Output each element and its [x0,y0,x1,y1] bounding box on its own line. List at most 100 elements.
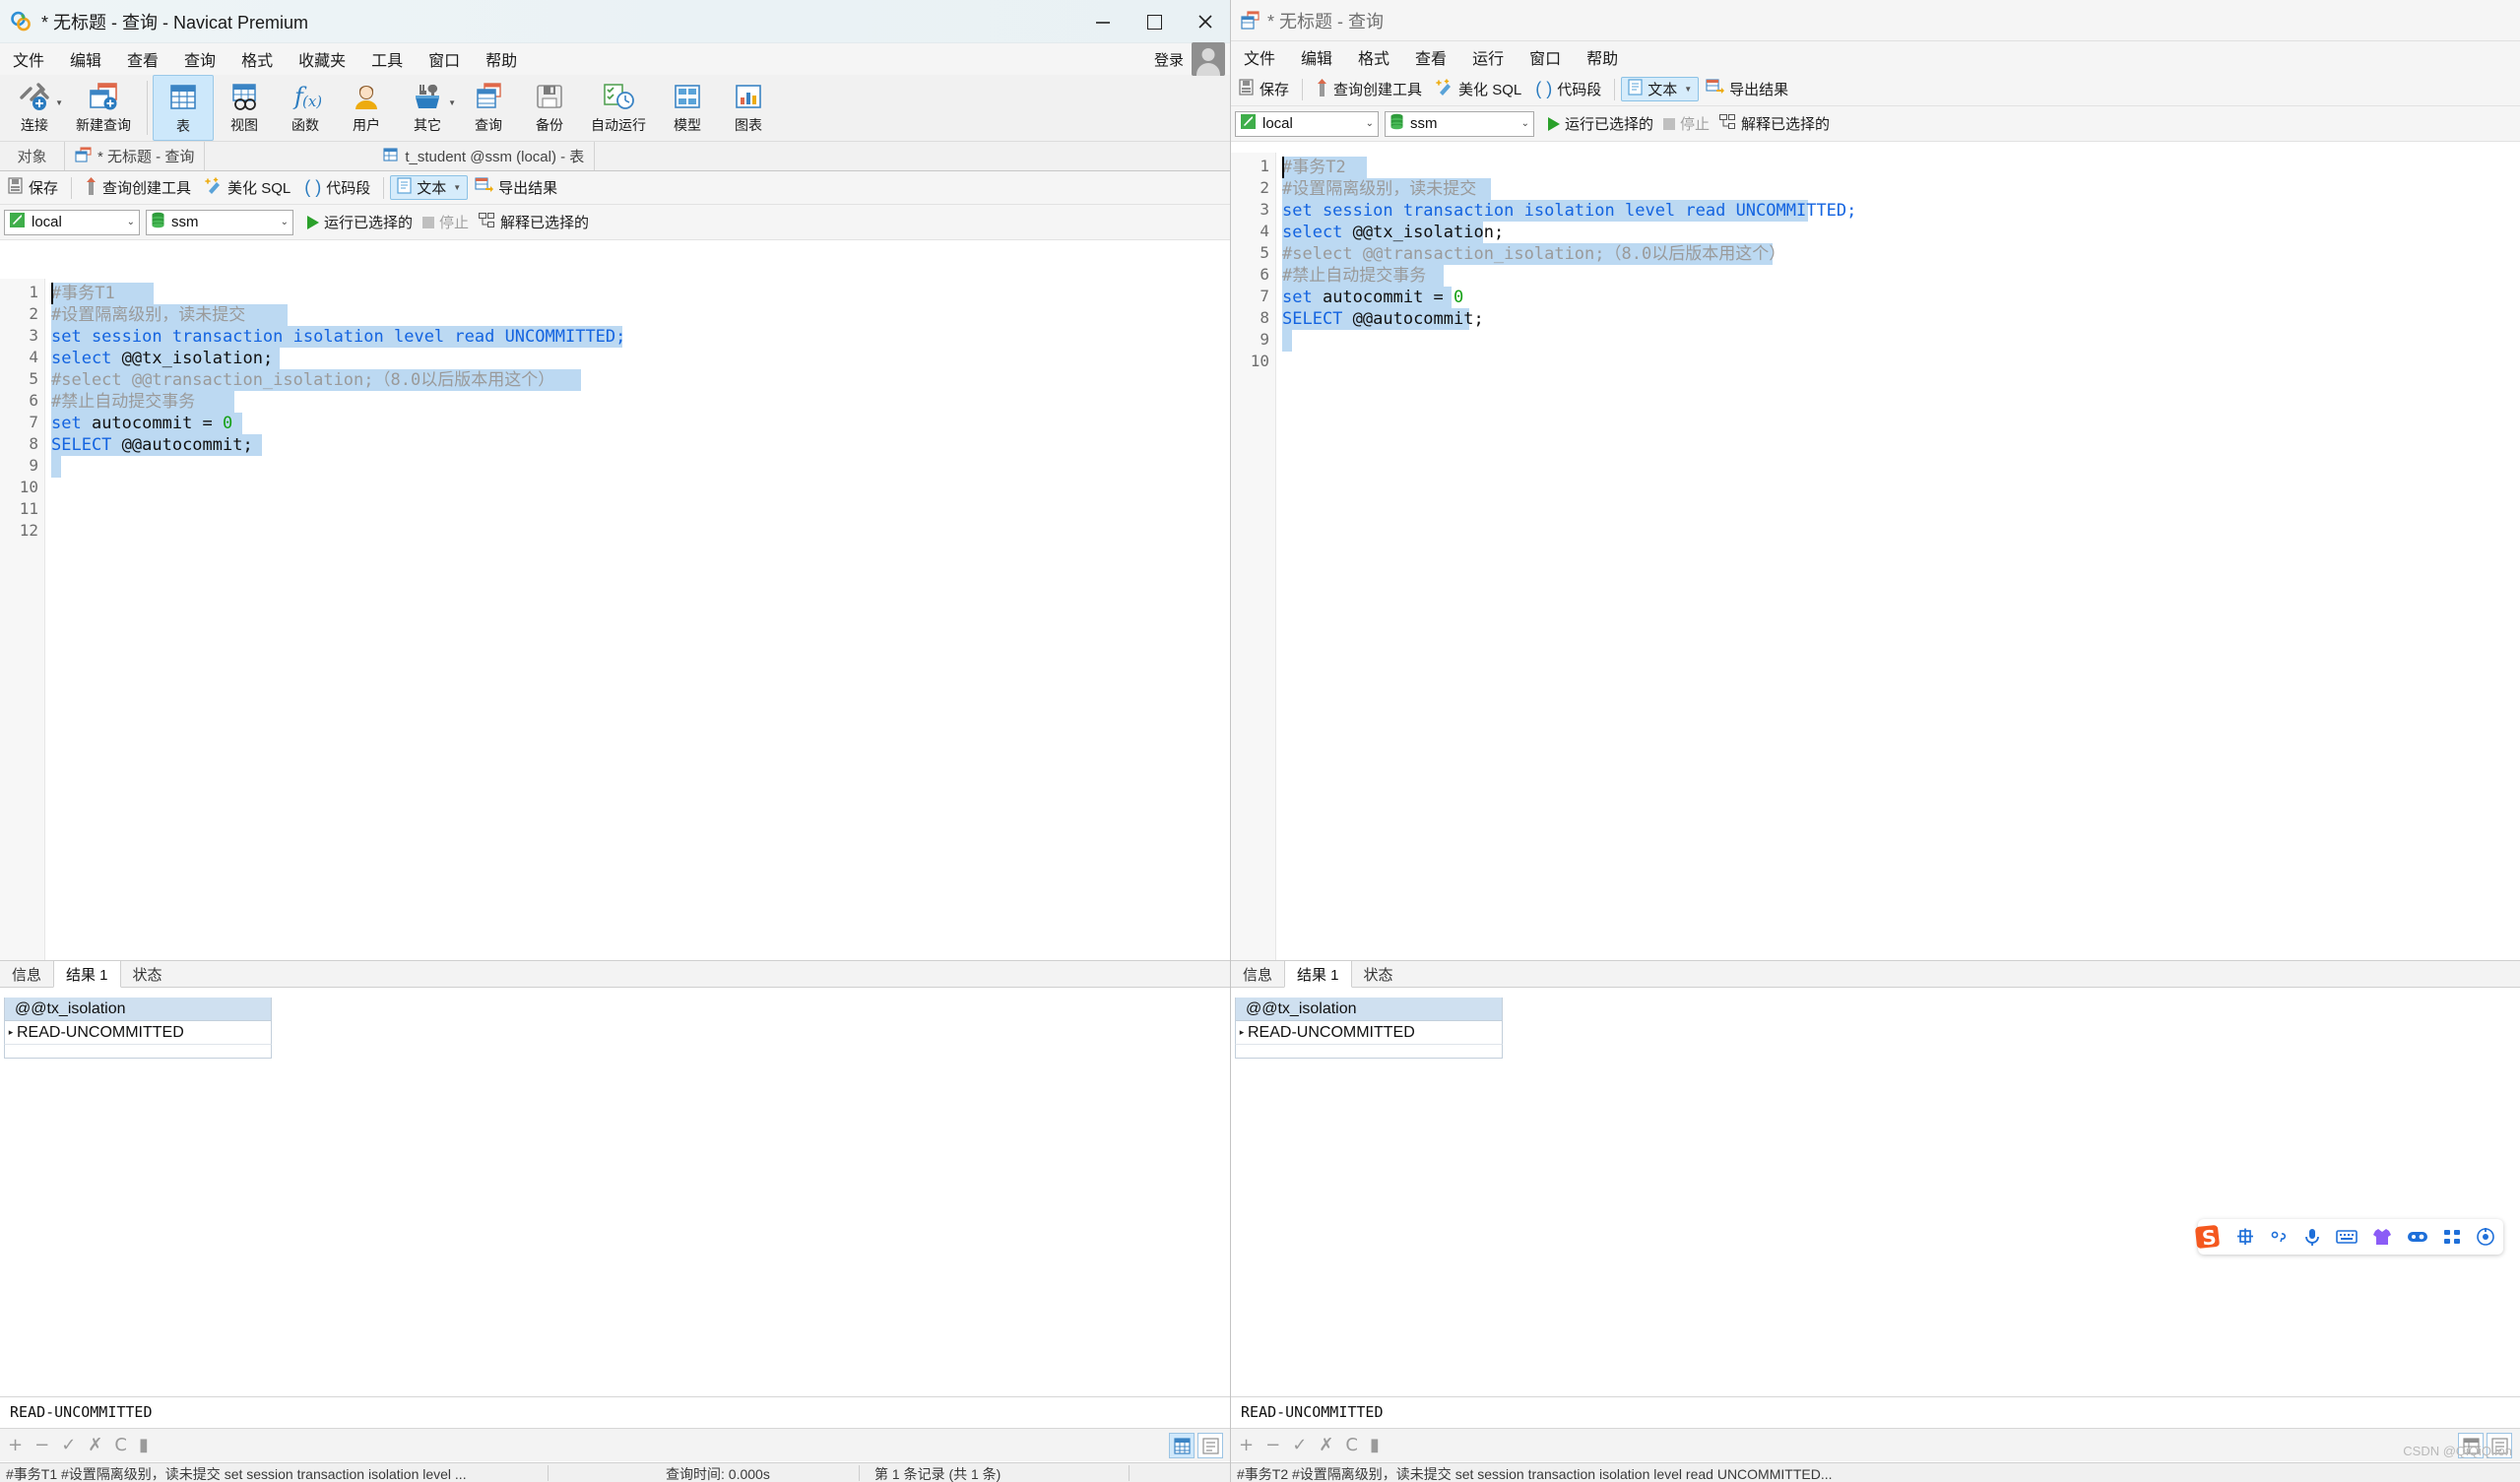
code-line[interactable]: #select @@transaction_isolation;（8.0以后版本… [51,369,581,391]
menu-help[interactable]: 帮助 [1574,43,1631,71]
menu-tools[interactable]: 工具 [358,45,416,73]
chevron-down-icon[interactable]: ▼ [55,98,63,107]
run-selected-button[interactable]: 运行已选择的 [307,212,413,232]
grid-cell-value[interactable]: READ-UNCOMMITTED [1248,1024,1415,1042]
explain-selected-button[interactable]: 解释已选择的 [479,212,589,232]
discard-changes-button[interactable]: ✗ [1319,1435,1333,1455]
database-select[interactable]: ssm ⌄ [146,209,293,235]
code-line[interactable]: #禁止自动提交事务 [1282,265,1444,287]
right-value-editor-text[interactable]: READ-UNCOMMITTED [1231,1397,2520,1427]
ribbon-query[interactable]: 查询 [458,75,519,141]
tab-untitled-query[interactable]: * 无标题 - 查询 [65,142,206,170]
text-view-button[interactable]: 文本 ▼ [1621,77,1700,101]
result-tab-result1[interactable]: 结果 1 [53,961,121,988]
grid-cell-value[interactable]: READ-UNCOMMITTED [17,1024,184,1042]
right-sql-editor[interactable]: 1 2 3 4 5 6 7 8 9 10 #事务T2 #设置隔离级别，读未提交 set session… [1231,153,2520,960]
save-button[interactable]: 保存 [0,175,65,200]
chevron-down-icon[interactable]: ⌄ [121,217,135,227]
menu-view[interactable]: 查看 [1402,43,1459,71]
ime-toolbar[interactable]: S [2195,1219,2503,1255]
code-line[interactable]: select @@tx_isolation; [1282,222,1504,243]
menu-query[interactable]: 查询 [171,45,228,73]
toolbox-icon[interactable] [2407,1228,2428,1246]
code-snippet-button[interactable]: ( ) 代码段 [297,175,377,200]
right-editor-code[interactable]: #事务T2 #设置隔离级别，读未提交 set session transaction… [1276,153,2520,960]
code-snippet-button[interactable]: ( ) 代码段 [1528,77,1608,101]
ribbon-other[interactable]: 其它 ▼ [397,75,458,141]
code-line[interactable]: #事务T1 [51,283,154,304]
table-row[interactable]: ▸ READ-UNCOMMITTED [1235,1021,1503,1045]
text-view-button[interactable]: 文本 ▼ [390,175,469,200]
beautify-sql-button[interactable]: 美化 SQL [1429,77,1528,102]
ribbon-new-query[interactable]: 新建查询 [65,75,142,141]
settings-icon[interactable] [2476,1227,2495,1247]
code-line[interactable]: SELECT @@autocommit; [51,434,262,456]
form-view-button[interactable] [1197,1433,1223,1458]
chevron-down-icon[interactable]: ⌄ [1516,118,1529,129]
code-line[interactable]: #禁止自动提交事务 [51,391,234,413]
minimize-button[interactable] [1077,0,1129,43]
menu-file[interactable]: 文件 [1231,43,1288,71]
ribbon-table[interactable]: 表 [153,75,214,141]
table-row[interactable]: ▸ READ-UNCOMMITTED [4,1021,272,1045]
refresh-button[interactable]: C [1345,1435,1358,1455]
keyboard-icon[interactable] [2336,1228,2358,1246]
apply-changes-button[interactable]: ✓ [1292,1435,1307,1455]
ribbon-function[interactable]: f (x) 函数 [275,75,336,141]
code-line[interactable]: #设置隔离级别，读未提交 [51,304,288,326]
left-value-editor-text[interactable]: READ-UNCOMMITTED [0,1397,1231,1427]
menu-view[interactable]: 查看 [114,45,171,73]
menu-window[interactable]: 窗口 [1517,43,1574,71]
tab-t-student[interactable]: t_student @ssm (local) - 表 [372,142,596,170]
discard-changes-button[interactable]: ✗ [88,1435,102,1455]
result-tab-info[interactable]: 信息 [1231,961,1284,987]
result-tab-info[interactable]: 信息 [0,961,53,987]
apply-changes-button[interactable]: ✓ [61,1435,76,1455]
remove-record-button[interactable]: − [1265,1435,1280,1455]
add-record-button[interactable]: + [1239,1435,1254,1455]
left-editor-code[interactable]: #事务T1 #设置隔离级别，读未提交 set session transaction… [45,279,1231,960]
microphone-icon[interactable] [2302,1227,2322,1247]
menu-run[interactable]: 运行 [1459,43,1517,71]
result-tab-status[interactable]: 状态 [121,961,174,987]
punctuation-icon[interactable] [2269,1227,2289,1247]
grid-column-header[interactable]: @@tx_isolation [1236,1000,1357,1018]
ribbon-model[interactable]: 模型 [657,75,718,141]
export-result-button[interactable]: 导出结果 [468,175,564,200]
ribbon-automation[interactable]: 自动运行 [580,75,657,141]
code-line[interactable]: select @@tx_isolation; [51,348,280,369]
grid-column-header[interactable]: @@tx_isolation [5,1000,126,1018]
code-line[interactable]: set session transaction isolation level … [1282,200,1856,222]
code-line[interactable]: #select @@transaction_isolation;（8.0以后版本… [1282,243,1785,265]
ribbon-chart[interactable]: 图表 [718,75,779,141]
code-line[interactable]: #设置隔离级别，读未提交 [1282,178,1491,200]
chevron-down-icon[interactable]: ⌄ [275,217,289,227]
code-line[interactable]: set session transaction isolation level … [51,326,625,348]
connection-select[interactable]: local ⌄ [1235,110,1379,137]
chevron-down-icon[interactable]: ▼ [453,183,461,192]
code-line[interactable]: #事务T2 [1282,157,1367,178]
avatar[interactable] [1192,42,1225,76]
ribbon-connection[interactable]: 连接 ▼ [4,75,65,141]
save-button[interactable]: 保存 [1231,77,1296,101]
menu-help[interactable]: 帮助 [473,45,530,73]
chevron-down-icon[interactable]: ▼ [1684,85,1692,94]
database-select[interactable]: ssm ⌄ [1385,110,1534,137]
export-result-button[interactable]: 导出结果 [1699,77,1795,101]
code-line[interactable]: set autocommit = 0 [1282,287,1463,308]
query-builder-button[interactable]: 查询创建工具 [1309,77,1429,102]
chevron-down-icon[interactable]: ▼ [448,98,456,107]
sogou-logo-icon[interactable]: S [2194,1223,2222,1251]
ribbon-backup[interactable]: 备份 [519,75,580,141]
ribbon-view[interactable]: 视图 [214,75,275,141]
close-button[interactable] [1180,0,1231,43]
ribbon-user[interactable]: 用户 [336,75,397,141]
result-tab-status[interactable]: 状态 [1352,961,1405,987]
menu-edit[interactable]: 编辑 [1288,43,1345,71]
beautify-sql-button[interactable]: 美化 SQL [198,175,297,201]
maximize-button[interactable] [1129,0,1180,43]
menu-format[interactable]: 格式 [228,45,286,73]
menu-favorites[interactable]: 收藏夹 [286,45,358,73]
grid-view-button[interactable] [1169,1433,1195,1458]
menu-file[interactable]: 文件 [0,45,57,73]
